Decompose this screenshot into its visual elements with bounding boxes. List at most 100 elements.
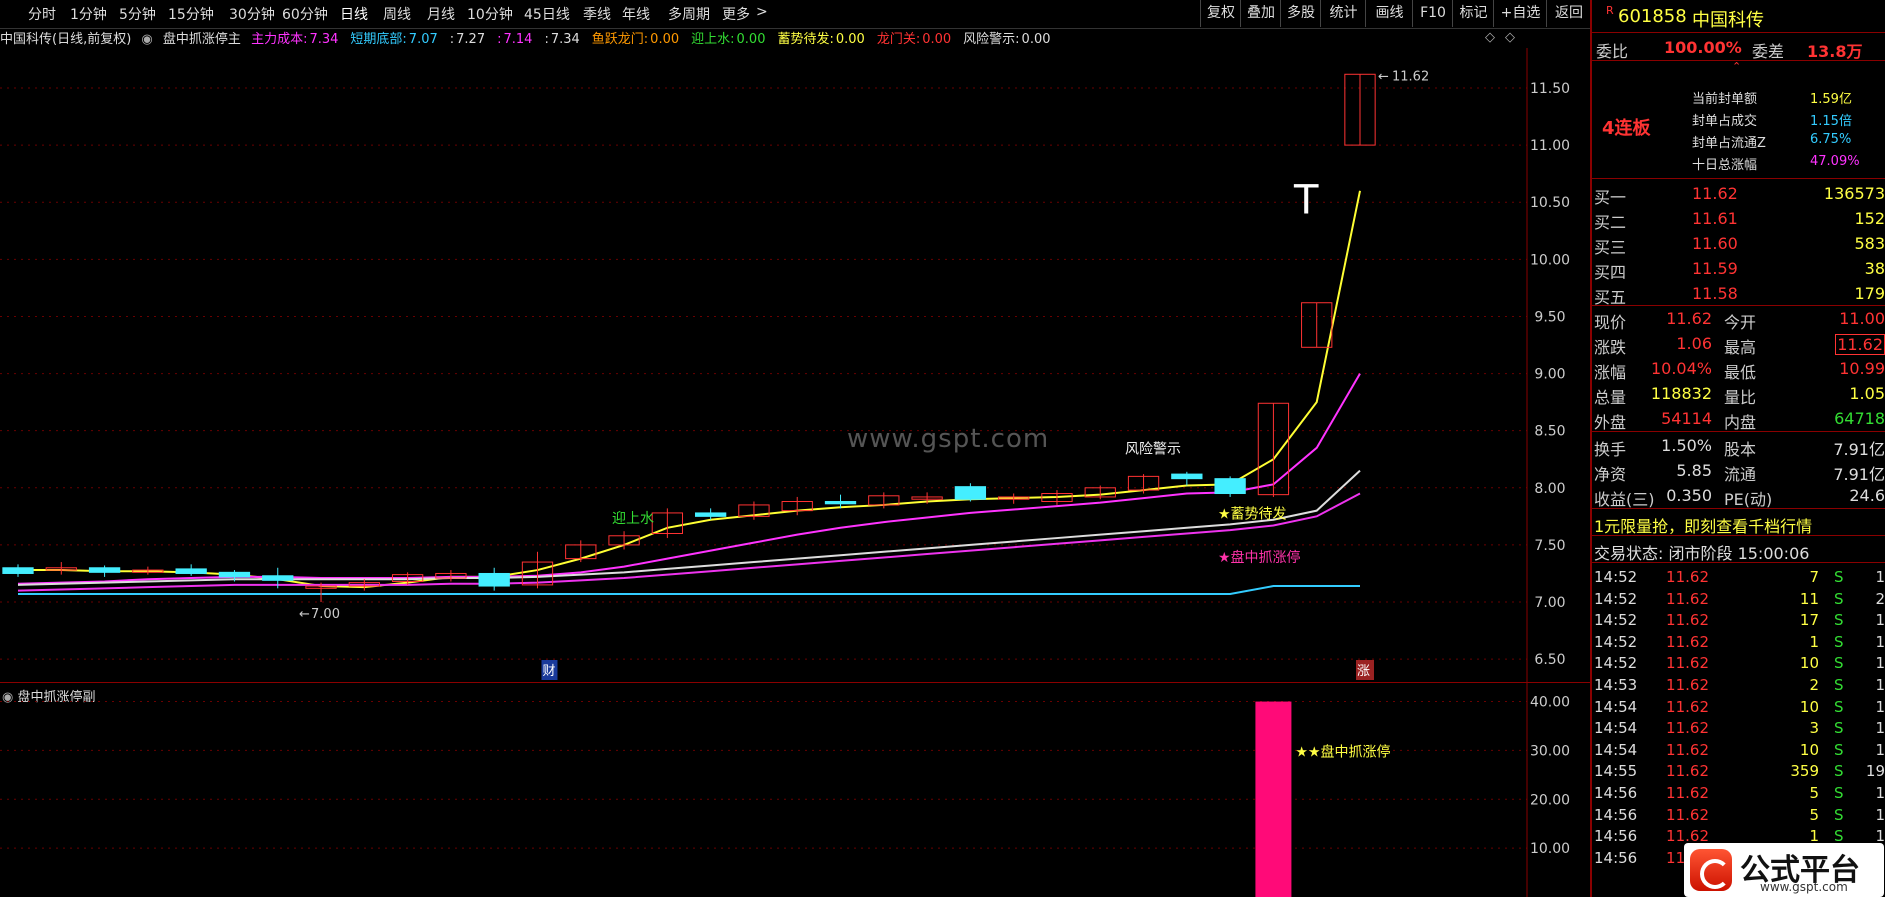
indicator-number: 7.14 — [503, 32, 533, 47]
candle-body[interactable] — [88, 567, 121, 573]
bid-row: 买三 11.60 583 — [1592, 232, 1885, 257]
bid-volume: 179 — [1854, 284, 1885, 303]
stat2-value: 0.350 — [1666, 486, 1712, 505]
tick-time: 14:54 — [1594, 740, 1638, 759]
main-kline-chart[interactable]: 11.50 11.00 10.50 10.00 9.50 9.00 8.50 8.00 7.50… — [0, 48, 1590, 682]
more-chevron-icon[interactable]: > — [756, 4, 768, 20]
tick-count: 1 — [1875, 719, 1885, 738]
stock-title: 中国科传(日线,前复权) — [0, 32, 132, 47]
toolbar-button[interactable]: 统计 — [1320, 0, 1366, 27]
signal-label: ★★盘中抓涨停 — [1295, 743, 1390, 760]
quote-stat2-row: 收益(三) 0.350 PE(动) 24.6 — [1592, 484, 1885, 509]
indicator-value: :7.27 — [450, 32, 491, 47]
indicator-value: 鱼跃龙门: 0.00 — [592, 32, 685, 47]
toolbar-button[interactable]: F10 — [1412, 0, 1453, 27]
y-tick-label: 8.50 — [1534, 424, 1565, 440]
bid-row: 买二 11.61 152 — [1592, 207, 1885, 232]
period-tab[interactable]: 周线 — [383, 4, 411, 24]
diamond-small-icon[interactable]: ◇ — [1505, 30, 1515, 45]
cai-mark: 财 — [542, 664, 555, 679]
weibi-label: 委比 — [1596, 42, 1629, 61]
seal-info-row: 封单占流通Z 6.75% — [1592, 130, 1885, 152]
period-tab[interactable]: 5分钟 — [119, 4, 156, 24]
collapse-icon[interactable]: ◉ — [141, 32, 152, 47]
tick-price: 11.62 — [1666, 676, 1709, 694]
indicator-value: :7.34 — [544, 32, 585, 47]
toolbar-button[interactable]: 复权 — [1200, 0, 1241, 27]
weicha-value: 13.8万 — [1807, 42, 1863, 61]
candle-body[interactable] — [2, 567, 34, 574]
toolbar-button[interactable]: 画线 — [1365, 0, 1413, 27]
tick-volume: 5 — [1809, 805, 1819, 824]
series-line — [18, 190, 1361, 589]
sub-indicator-chart[interactable]: 40.00 30.00 20.00 10.00 ★★盘中抓涨停 — [0, 682, 1590, 897]
expand-chevron-icon[interactable]: ⌃ — [1732, 60, 1741, 73]
toolbar-button[interactable]: 多股 — [1280, 0, 1321, 27]
panel-divider — [1592, 305, 1885, 306]
y-tick-label: 20.00 — [1530, 792, 1570, 808]
indicator-number: 7.34 — [309, 32, 339, 47]
promo-link[interactable]: 1元限量抢，即刻查看千档行情 — [1594, 513, 1812, 537]
candle-body[interactable] — [694, 512, 727, 517]
tick-volume: 1 — [1809, 632, 1819, 651]
period-tab[interactable]: 多周期 — [668, 4, 710, 24]
y-tick-label: 8.00 — [1534, 481, 1565, 497]
candle-body[interactable] — [954, 486, 987, 500]
panel-divider — [1592, 431, 1885, 432]
gspt-logo: 公式平台 www.gspt.com — [1684, 843, 1884, 897]
tick-row: 14:56 11.62 5 S 1 — [1592, 782, 1885, 804]
stat-value: 54114 — [1661, 409, 1712, 428]
toolbar-button[interactable]: 叠加 — [1240, 0, 1281, 27]
signal-bar[interactable] — [1255, 701, 1292, 897]
tick-volume: 2 — [1809, 676, 1819, 694]
candle-body[interactable] — [1171, 473, 1203, 480]
trade-state-row: 交易状态: 闭市阶段 15:00:06 — [1592, 538, 1885, 563]
bid-volume: 136573 — [1823, 184, 1885, 203]
stat-label: 最低 — [1724, 363, 1757, 382]
candle-body[interactable] — [175, 568, 207, 574]
toolbar-button[interactable]: 返回 — [1546, 0, 1591, 27]
high-arrow-icon: ← — [1378, 69, 1389, 84]
r-mark: R — [1606, 4, 1614, 17]
indicator-value: 风险警示: 0.00 — [963, 32, 1056, 47]
period-tab[interactable]: 分时 — [28, 4, 56, 24]
bid-label: 买四 — [1594, 263, 1627, 282]
bid-volume: 583 — [1854, 234, 1885, 253]
stat-value: 10.04% — [1650, 359, 1712, 378]
tick-time: 14:52 — [1594, 611, 1638, 630]
period-tab[interactable]: 月线 — [427, 4, 455, 24]
panel-divider — [1592, 178, 1885, 179]
seal-info-value: 1.59亿 — [1810, 92, 1852, 107]
period-tab[interactable]: 季线 — [583, 4, 611, 24]
series-line — [18, 585, 1360, 596]
stat2-value: 7.91亿 — [1833, 465, 1885, 484]
period-tab[interactable]: 年线 — [622, 4, 650, 24]
candle-body[interactable] — [218, 571, 251, 578]
candle-body[interactable] — [262, 575, 294, 581]
period-tab[interactable]: 日线 — [340, 4, 368, 24]
period-tab[interactable]: 30分钟 — [229, 4, 275, 24]
toolbar-button[interactable]: +自选 — [1493, 0, 1547, 27]
period-tab[interactable]: 45日线 — [524, 4, 570, 24]
period-tab[interactable]: 更多 — [722, 4, 750, 24]
period-tab[interactable]: 10分钟 — [467, 4, 513, 24]
diamond-icon[interactable]: ◇ — [1485, 30, 1495, 45]
indicator-value: :7.14 — [497, 32, 538, 47]
y-tick-label: 7.50 — [1534, 538, 1565, 554]
tick-side: S — [1834, 719, 1844, 738]
y-tick-label: 40.00 — [1530, 695, 1570, 711]
stat-value: 1.05 — [1849, 384, 1885, 403]
period-tab[interactable]: 15分钟 — [168, 4, 214, 24]
tick-row: 14:52 11.62 1 S 1 — [1592, 631, 1885, 653]
tick-price: 11.62 — [1666, 697, 1709, 716]
period-tab[interactable]: 1分钟 — [70, 4, 107, 24]
indicator-value: 短期底部: 7.07 — [350, 32, 443, 47]
indicator-value: 龙门关: 0.00 — [877, 32, 957, 47]
toolbar-button[interactable]: 标记 — [1452, 0, 1494, 27]
tick-price: 11.62 — [1666, 784, 1709, 802]
candle-body[interactable] — [824, 501, 857, 505]
period-tab[interactable]: 60分钟 — [282, 4, 328, 24]
candle-body[interactable] — [1214, 478, 1246, 495]
candle-body[interactable] — [478, 572, 510, 587]
formula-name[interactable]: 盘中抓涨停主 — [163, 32, 241, 47]
